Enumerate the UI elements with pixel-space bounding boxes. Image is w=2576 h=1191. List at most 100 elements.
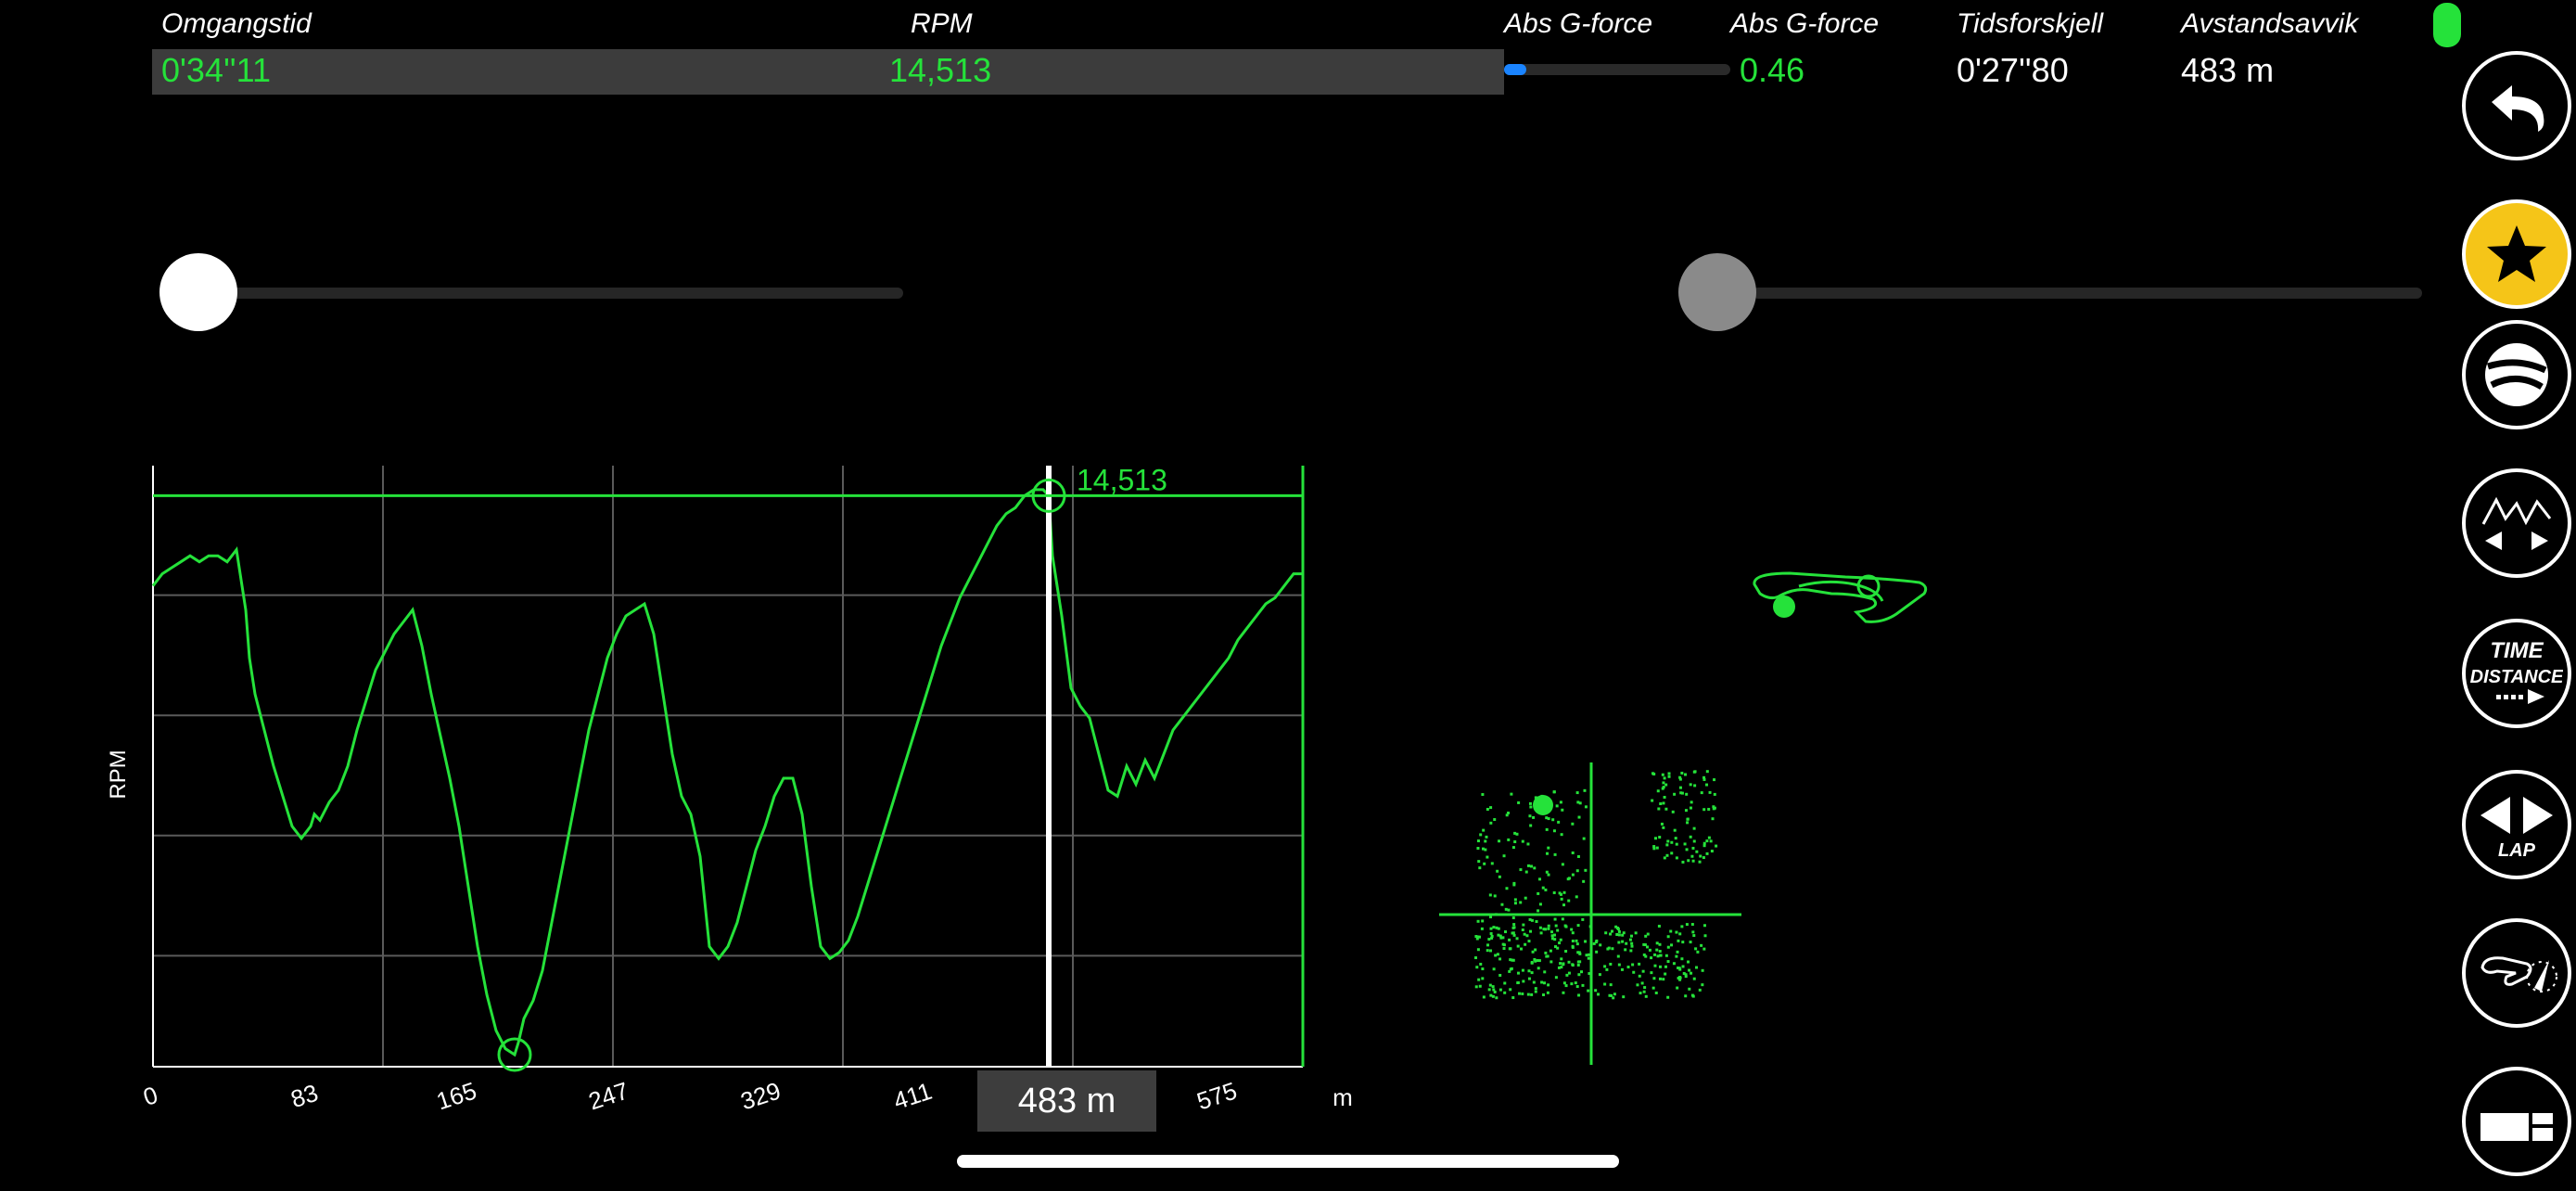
g-force-point — [1676, 950, 1679, 954]
g-force-point — [1498, 875, 1501, 878]
g-force-point — [1651, 986, 1655, 990]
g-force-point — [1707, 836, 1711, 839]
g-force-point — [1713, 806, 1716, 810]
g-force-point — [1595, 939, 1599, 942]
chart-series — [151, 466, 1303, 1072]
g-force-point — [1547, 983, 1550, 987]
g-force-point — [1537, 891, 1540, 895]
left-slider-track[interactable] — [198, 288, 903, 299]
g-force-point — [1617, 929, 1621, 933]
g-force-point — [1476, 847, 1480, 851]
g-force-point — [1543, 981, 1547, 985]
g-force-point — [1528, 814, 1532, 818]
g-force-point — [1563, 924, 1567, 928]
g-force-point — [1515, 937, 1519, 941]
g-force-point — [1681, 941, 1685, 944]
g-force-point — [1477, 860, 1481, 864]
g-force-point — [1560, 833, 1563, 837]
g-force-point — [1547, 927, 1550, 930]
g-force-point — [1690, 993, 1694, 997]
g-force-point — [1611, 947, 1614, 951]
g-force-point — [1564, 984, 1568, 988]
g-force-point — [1480, 927, 1484, 930]
g-force-point — [1657, 807, 1661, 811]
g-force-point — [1557, 820, 1561, 824]
lap-button[interactable]: LAP — [2462, 770, 2571, 879]
g-force-point — [1640, 981, 1644, 985]
g-force-point — [1571, 931, 1575, 935]
g-force-point — [1676, 986, 1679, 990]
g-force-point — [1509, 988, 1512, 992]
g-force-point — [1693, 784, 1697, 788]
g-force-point — [1599, 943, 1602, 947]
favorite-button[interactable] — [2462, 199, 2571, 309]
g-force-point — [1571, 851, 1575, 854]
g-force-point — [1567, 899, 1571, 903]
g-force-point — [1575, 869, 1579, 873]
g-force-point — [1584, 805, 1588, 809]
g-force-point — [1677, 939, 1680, 942]
g-force-point — [1710, 850, 1714, 853]
g-force-point — [1662, 978, 1665, 981]
chart-x-tick-label: 329 — [737, 1076, 784, 1115]
g-force-point — [1666, 960, 1670, 964]
g-force-point — [1486, 855, 1489, 859]
undo-icon — [2492, 85, 2544, 132]
layout-button[interactable] — [2462, 1067, 2571, 1176]
g-force-point — [1554, 924, 1558, 928]
g-force-point — [1489, 806, 1493, 810]
g-force-point — [1603, 982, 1607, 986]
g-force-point — [1575, 942, 1579, 946]
g-force-point — [1685, 848, 1689, 852]
undo-button[interactable] — [2462, 51, 2571, 160]
g-force-point — [1709, 839, 1713, 843]
g-force-point — [1617, 933, 1621, 937]
g-force-point — [1621, 940, 1625, 943]
g-force-point — [1662, 781, 1665, 785]
rpm-chart[interactable]: 0 83 165 247 329 411 575 RPM m 14,513 — [83, 445, 1382, 1132]
g-force-point — [1490, 862, 1494, 865]
g-force-point — [1527, 977, 1531, 980]
g-force-point — [1502, 947, 1506, 951]
g-force-point — [1657, 924, 1661, 928]
g-force-point — [1508, 938, 1511, 941]
g-force-points — [1474, 770, 1718, 1000]
lap-label: LAP — [2498, 840, 2536, 861]
g-force-point — [1500, 903, 1504, 906]
g-force-point — [1509, 958, 1512, 962]
g-force-point — [1588, 925, 1592, 928]
g-force-point — [1507, 838, 1511, 841]
g-force-point — [1513, 898, 1517, 902]
globe-button[interactable] — [2462, 320, 2571, 429]
g-force-point — [1666, 935, 1670, 939]
g-force-point — [1658, 942, 1662, 946]
track-compass-button[interactable] — [2462, 918, 2571, 1028]
g-force-point — [1702, 808, 1706, 812]
graph-compare-button[interactable] — [2462, 468, 2571, 578]
g-force-point — [1552, 933, 1556, 937]
g-force-point — [1517, 800, 1521, 804]
g-force-point — [1691, 859, 1695, 863]
g-force-point — [1562, 981, 1566, 985]
track-map — [1753, 571, 1928, 623]
g-force-point — [1629, 934, 1633, 938]
g-force-point — [1513, 831, 1517, 835]
left-slider-knob[interactable] — [159, 253, 237, 331]
time-distance-button[interactable]: TIME DISTANCE — [2462, 619, 2571, 728]
g-force-point — [1511, 846, 1515, 850]
right-slider-knob[interactable] — [1678, 253, 1756, 331]
g-force-point — [1482, 847, 1486, 851]
g-force-point — [1658, 965, 1662, 968]
g-force-point — [1487, 988, 1491, 992]
g-force-bar-fill — [1504, 64, 1527, 75]
g-force-point — [1554, 976, 1558, 980]
g-force-point — [1654, 991, 1658, 994]
g-force-point — [1702, 777, 1706, 781]
right-slider-track[interactable] — [1753, 288, 2422, 299]
g-force-point — [1498, 957, 1502, 961]
g-force-point — [1641, 969, 1645, 973]
g-force-point — [1533, 866, 1537, 870]
g-force-point — [1690, 854, 1694, 858]
g-force-point — [1646, 932, 1650, 936]
g-force-point — [1582, 837, 1586, 840]
